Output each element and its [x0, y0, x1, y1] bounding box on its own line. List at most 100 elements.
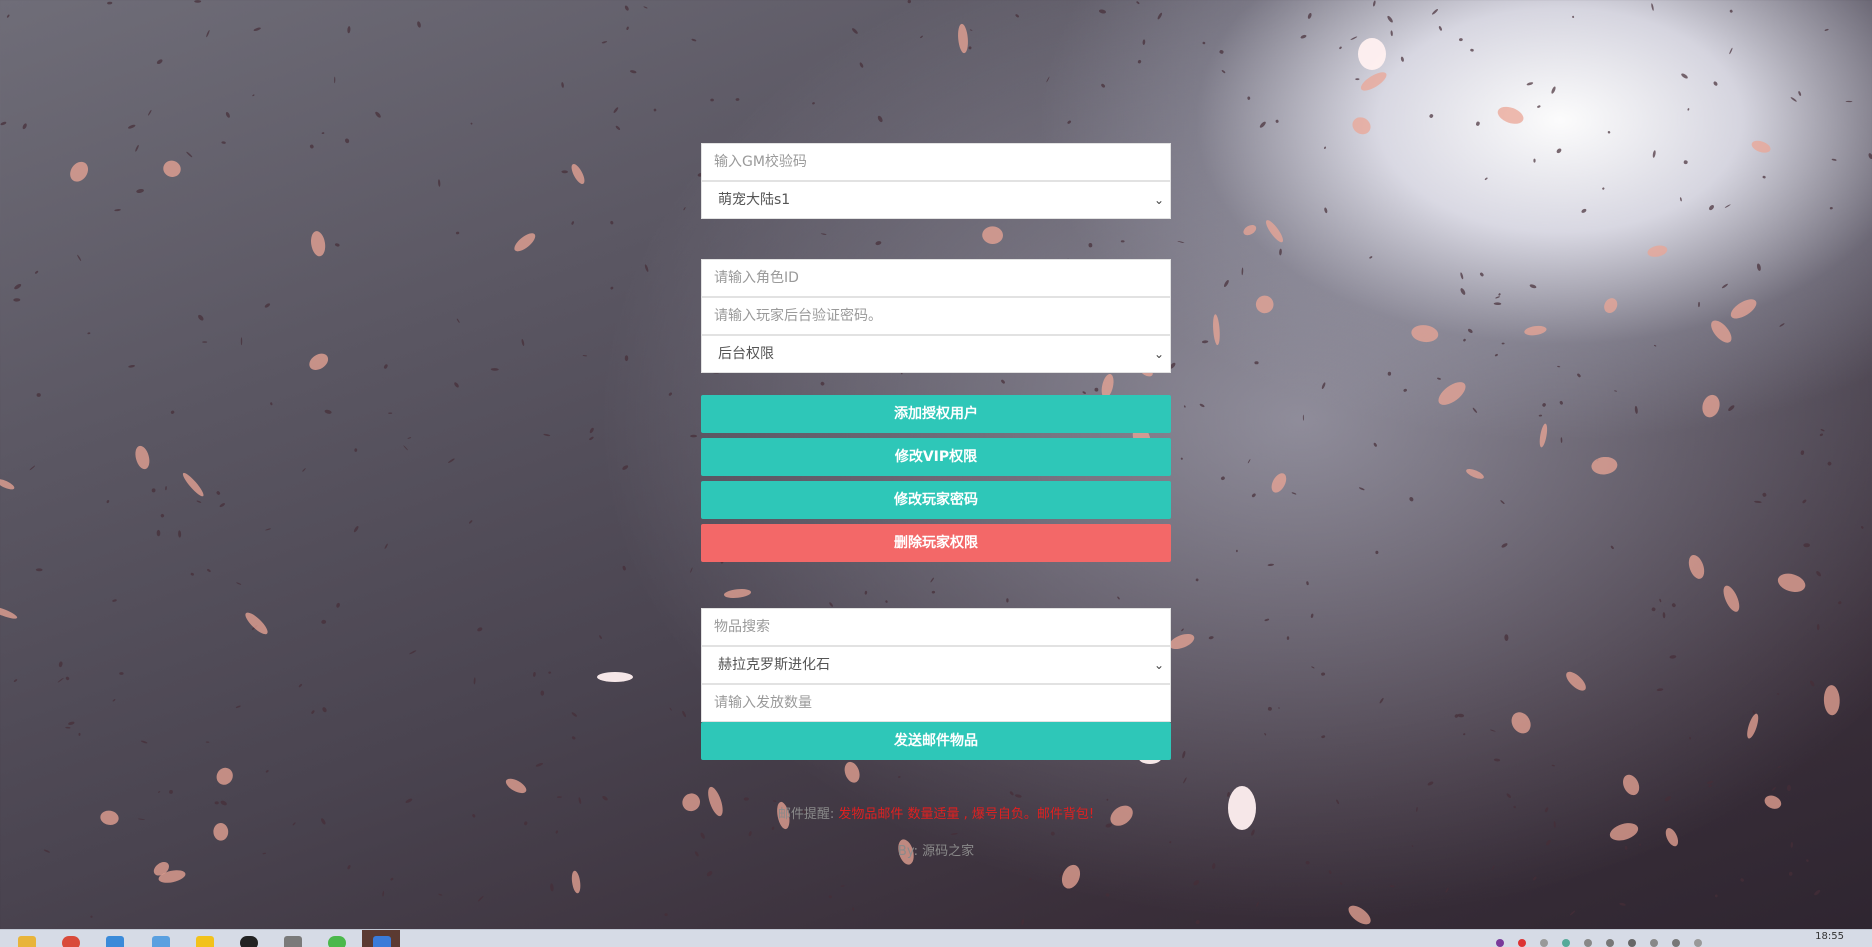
petal: [1466, 468, 1484, 479]
petal: [1776, 693, 1780, 695]
petal: [1711, 320, 1732, 343]
petal: [1559, 400, 1563, 405]
petal: [1572, 15, 1575, 18]
petal: [1747, 713, 1759, 739]
tray-icon[interactable]: [1628, 939, 1636, 947]
petal: [253, 27, 261, 32]
petal: [1762, 175, 1766, 179]
app-icon[interactable]: [240, 936, 258, 947]
notepad-icon[interactable]: [284, 936, 302, 947]
taskbar-clock[interactable]: 18:55: [1815, 931, 1844, 942]
tray-icon[interactable]: [1518, 939, 1526, 947]
item-search-input[interactable]: 物品搜索: [701, 608, 1171, 646]
petal: [382, 890, 385, 897]
petal: [135, 144, 139, 152]
petal: [90, 915, 93, 918]
petal: [112, 699, 116, 702]
add-authorized-user-button[interactable]: 添加授权用户: [701, 395, 1171, 433]
petal: [1730, 299, 1757, 319]
petal: [1183, 405, 1186, 408]
tray-icon[interactable]: [1584, 939, 1592, 947]
petal: [1445, 887, 1449, 893]
petal: [1429, 114, 1434, 118]
active-app-button[interactable]: [362, 930, 400, 947]
petal: [1506, 793, 1512, 798]
petal: [1777, 765, 1782, 768]
delete-player-permission-button[interactable]: 删除玩家权限: [701, 524, 1171, 562]
tray-icon[interactable]: [1496, 939, 1504, 947]
modify-player-password-button[interactable]: 修改玩家密码: [701, 481, 1171, 519]
tray-icon[interactable]: [1562, 939, 1570, 947]
player-password-input[interactable]: 请输入玩家后台验证密码。: [701, 297, 1171, 335]
petal: [1671, 603, 1676, 608]
app-icon[interactable]: [152, 936, 170, 947]
item-select[interactable]: 赫拉克罗斯进化石 ⌄: [701, 646, 1171, 684]
app-icon[interactable]: [328, 936, 346, 947]
petal: [135, 445, 150, 470]
petal: [571, 221, 574, 225]
petal: [1467, 328, 1473, 334]
petal: [1665, 827, 1679, 847]
quantity-input[interactable]: 请输入发放数量: [701, 684, 1171, 722]
petal: [1409, 497, 1414, 502]
petal: [1021, 919, 1025, 926]
petal: [1470, 48, 1474, 52]
petal: [1390, 30, 1393, 37]
petal: [1497, 106, 1524, 124]
petal: [1689, 736, 1692, 740]
permission-select[interactable]: 后台权限 ⌄: [701, 335, 1171, 373]
app-icon[interactable]: [196, 936, 214, 947]
petal: [1713, 81, 1718, 86]
app-icon[interactable]: [106, 936, 124, 947]
petal: [265, 528, 271, 531]
petal: [216, 767, 233, 785]
petal: [690, 434, 697, 438]
tray-icon[interactable]: [1672, 939, 1680, 947]
petal: [22, 123, 27, 130]
petal: [1201, 340, 1209, 344]
petal: [1790, 841, 1794, 848]
petal: [477, 895, 484, 902]
gm-code-input[interactable]: 输入GM校验码: [701, 143, 1171, 181]
petal: [514, 233, 536, 252]
petal: [1387, 371, 1392, 376]
petal: [1714, 894, 1718, 898]
permission-select-value: 后台权限: [718, 346, 774, 362]
petal: [158, 870, 186, 883]
petal: [1136, 1, 1140, 5]
tray-icon[interactable]: [1650, 939, 1658, 947]
modify-vip-button[interactable]: 修改VIP权限: [701, 438, 1171, 476]
browser-icon[interactable]: [62, 936, 80, 947]
tray-icon[interactable]: [1606, 939, 1614, 947]
petal: [1241, 267, 1244, 276]
role-id-input[interactable]: 请输入角色ID: [701, 259, 1171, 297]
petal: [1698, 301, 1700, 308]
petal: [1728, 405, 1735, 411]
petal: [353, 526, 359, 533]
petal: [1105, 893, 1110, 897]
petal: [454, 382, 459, 388]
petal: [1687, 108, 1690, 111]
send-mail-item-button[interactable]: 发送邮件物品: [701, 722, 1171, 760]
petal: [710, 98, 714, 102]
petal: [571, 736, 576, 740]
server-select[interactable]: 萌宠大陆s1 ⌄: [701, 181, 1171, 219]
petal: [1596, 459, 1599, 461]
petal: [613, 107, 619, 113]
petal: [1463, 338, 1466, 342]
petal: [1498, 293, 1501, 296]
petal: [156, 59, 163, 65]
petal: [70, 161, 89, 182]
tray-icon[interactable]: [1540, 939, 1548, 947]
petal: [828, 895, 832, 899]
petal: [1816, 624, 1820, 631]
petal: [473, 677, 476, 685]
petal: [58, 661, 63, 668]
tray-icon[interactable]: [1694, 939, 1702, 947]
petal: [1533, 158, 1536, 163]
folder-icon[interactable]: [18, 936, 36, 947]
petal: [1208, 636, 1214, 640]
petal: [571, 163, 585, 185]
petal: [1106, 798, 1109, 801]
petal: [852, 28, 858, 34]
